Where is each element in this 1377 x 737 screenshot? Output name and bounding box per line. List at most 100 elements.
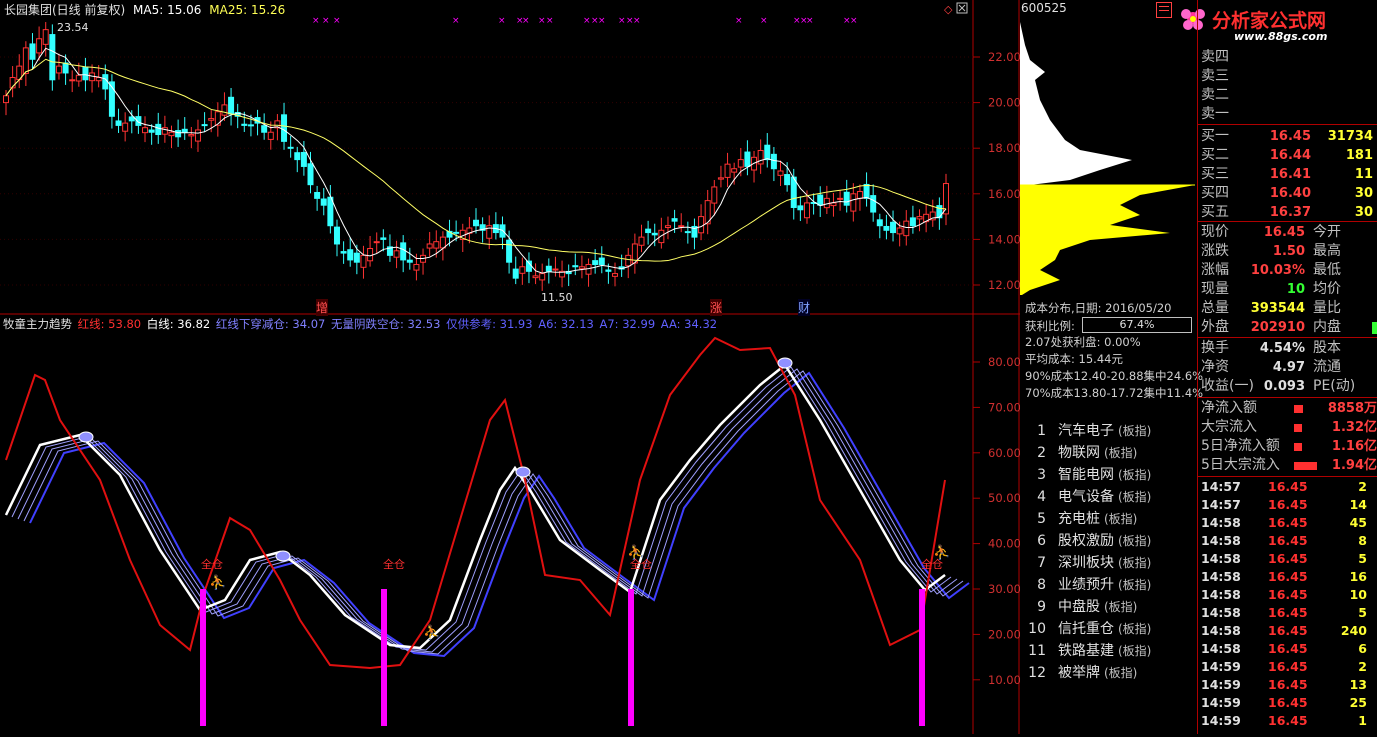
candle <box>724 163 731 178</box>
kline-chart[interactable]: 22.00 20.00 18.00 16.00 14.00 12.00 80.00 70.0… <box>0 0 1021 734</box>
quote-label: 现价 <box>1201 224 1229 240</box>
quote-label: 总量 <box>1201 300 1229 316</box>
buy-level-price: 16.44 <box>1269 148 1311 163</box>
min-price-label: 11.50 <box>541 291 573 304</box>
chip-title: 成本分布,日期: 2016/05/20 <box>1025 301 1172 315</box>
signal-x-mark: × <box>806 16 814 26</box>
quote-row: 现量 10 均价 <box>1198 280 1377 299</box>
candle <box>281 114 288 142</box>
candle <box>373 241 380 244</box>
sector-name-text: 业绩预升 <box>1058 577 1114 593</box>
sector-item[interactable]: 11 铁路基建 (板指) <box>1028 640 1198 662</box>
quote-value: 202910 <box>1250 320 1305 335</box>
candle <box>717 177 724 180</box>
tick-price: 16.45 <box>1268 677 1308 692</box>
candle <box>545 265 552 272</box>
full-position-signal-bar <box>919 589 925 726</box>
tick-price: 16.45 <box>1268 713 1308 728</box>
quote-label: 现量 <box>1201 281 1229 297</box>
chart-area[interactable]: 22.00 20.00 18.00 16.00 14.00 12.00 80.00 70.0… <box>0 0 1021 734</box>
sector-item[interactable]: 6 股权激励 (板指) <box>1028 530 1198 552</box>
sector-item[interactable]: 1 汽车电子 (板指) <box>1028 420 1198 442</box>
band-line <box>29 371 970 658</box>
tick-row: 14:58 16.45 45 <box>1198 514 1377 532</box>
tick-row: 14:58 16.45 16 <box>1198 568 1377 586</box>
candle <box>625 254 632 267</box>
tick-time: 14:59 <box>1201 677 1241 692</box>
sector-tag: (板指) <box>1104 446 1138 460</box>
candle <box>62 62 69 74</box>
candle <box>400 242 407 261</box>
buy-level-volume: 31734 <box>1327 129 1373 144</box>
sector-item[interactable]: 8 业绩预升 (板指) <box>1028 574 1198 596</box>
signal-x-mark: × <box>498 16 506 26</box>
sell-level-row[interactable]: 卖四 <box>1198 48 1377 67</box>
signal-x-mark: × <box>618 16 626 26</box>
event-mark-zhang[interactable]: 涨 <box>710 299 723 316</box>
signal-x-mark: × <box>735 16 743 26</box>
buy-level-row[interactable]: 买二 16.44 181 <box>1198 146 1377 165</box>
signal-x-mark: × <box>538 16 546 26</box>
sector-item[interactable]: 4 电气设备 (板指) <box>1028 486 1198 508</box>
buy-level-row[interactable]: 买五 16.37 30 <box>1198 203 1377 222</box>
indicator-header: 牧童主力趋势 红线: 53.80 白线: 36.82 红线下穿减仓: 34.07… <box>3 316 717 332</box>
buy-level-row[interactable]: 买三 16.41 11 <box>1198 165 1377 184</box>
quote-value: 10.03% <box>1250 263 1305 278</box>
sector-item[interactable]: 12 被举牌 (板指) <box>1028 662 1198 684</box>
stat-value: 0.093 <box>1263 379 1305 394</box>
candle <box>903 220 910 237</box>
profit-bar: 67.4% <box>1082 317 1192 333</box>
sell-level-row[interactable]: 卖一 <box>1198 105 1377 124</box>
tick-volume: 5 <box>1358 605 1367 620</box>
candle <box>843 191 850 206</box>
ma5-label: MA5: 15.06 <box>133 3 202 17</box>
candle <box>148 129 155 133</box>
candle <box>294 152 301 161</box>
candle <box>817 194 824 206</box>
sell-level-row[interactable]: 卖三 <box>1198 67 1377 86</box>
sector-item[interactable]: 9 中盘股 (板指) <box>1028 596 1198 618</box>
indicator-tick-label: 70.00 <box>988 400 1020 414</box>
buy-level-row[interactable]: 买四 16.40 30 <box>1198 184 1377 203</box>
buy-level-price: 16.41 <box>1269 167 1311 182</box>
sell-level-row[interactable]: 卖二 <box>1198 86 1377 105</box>
flower-logo-icon <box>1178 4 1208 40</box>
quote-row: 外盘 202910 内盘 <box>1198 318 1377 337</box>
candle <box>29 43 36 60</box>
indicator-name: 牧童主力趋势 <box>3 317 72 331</box>
gem-icon <box>515 466 531 478</box>
sector-name-text: 物联网 <box>1058 445 1100 461</box>
diamond-icon[interactable]: ◇ <box>944 3 953 16</box>
event-mark-cai[interactable]: 财 <box>798 299 811 316</box>
candle <box>552 268 559 271</box>
sector-name: 业绩预升 (板指) <box>1058 574 1151 596</box>
candle <box>850 193 857 212</box>
sector-name-text: 股权激励 <box>1058 533 1114 549</box>
event-mark-zeng[interactable]: 增 <box>316 299 329 316</box>
candle <box>307 163 314 186</box>
tick-volume: 5 <box>1358 551 1367 566</box>
buy-level-price: 16.37 <box>1269 205 1311 220</box>
sector-number: 6 <box>1037 533 1046 549</box>
candle <box>241 123 248 126</box>
candle <box>115 120 122 126</box>
candle <box>3 95 9 104</box>
stat-label-2: PE(动) <box>1313 378 1356 394</box>
sector-number: 10 <box>1028 621 1046 637</box>
buy-level-volume: 30 <box>1354 186 1373 201</box>
buy-level-row[interactable]: 买一 16.45 31734 <box>1198 127 1377 146</box>
sector-item[interactable]: 2 物联网 (板指) <box>1028 442 1198 464</box>
sector-item[interactable]: 3 智能电网 (板指) <box>1028 464 1198 486</box>
signal-x-mark: × <box>760 16 768 26</box>
candle <box>221 104 228 116</box>
sector-item[interactable]: 5 充电桩 (板指) <box>1028 508 1198 530</box>
flow-value: 1.94亿 <box>1331 458 1377 473</box>
sector-item[interactable]: 7 深圳板块 (板指) <box>1028 552 1198 574</box>
candle <box>175 130 182 138</box>
tick-volume: 13 <box>1349 677 1367 692</box>
sector-item[interactable]: 10 信托重仓 (板指) <box>1028 618 1198 640</box>
candle <box>784 174 791 186</box>
runner-icon: ⛹ <box>209 573 226 591</box>
sell-level-label: 卖四 <box>1201 49 1229 65</box>
candle <box>678 225 685 228</box>
